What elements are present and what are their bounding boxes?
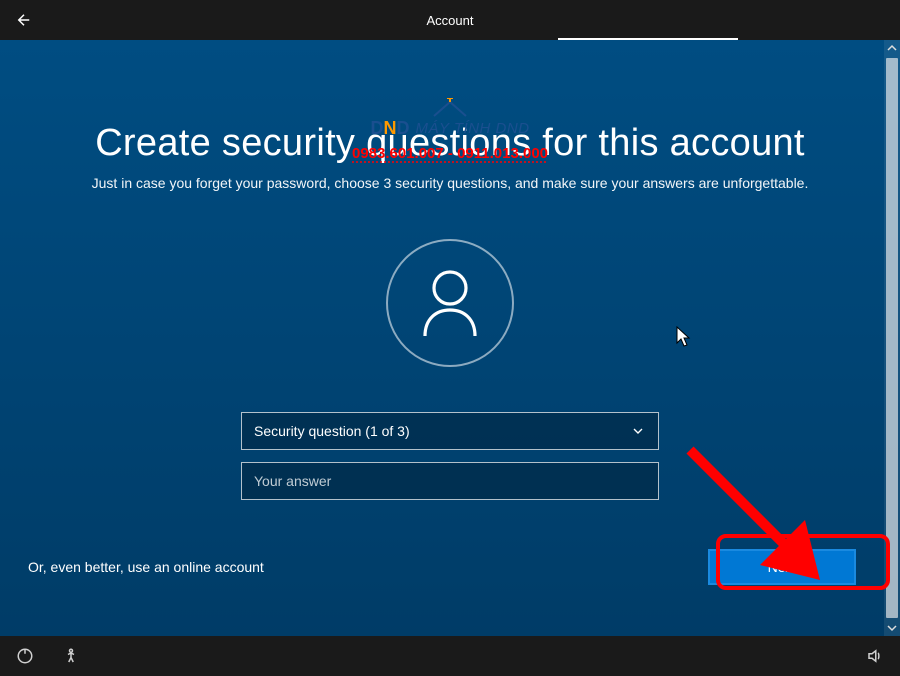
security-question-form: Security question (1 of 3) [241, 412, 659, 500]
scroll-thumb[interactable] [886, 58, 898, 618]
security-question-select[interactable]: Security question (1 of 3) [241, 412, 659, 450]
next-button[interactable]: Next [708, 549, 856, 585]
power-icon[interactable] [14, 645, 36, 667]
bottom-toolbar [0, 636, 900, 676]
scroll-up-icon[interactable] [884, 40, 900, 56]
chevron-down-icon [630, 423, 646, 439]
user-icon [419, 268, 481, 338]
setup-window: Account Create security questions for th… [0, 0, 900, 676]
vertical-scrollbar[interactable] [884, 40, 900, 636]
page-title: Account [427, 13, 474, 28]
title-bar: Account [0, 0, 900, 40]
next-button-label: Next [768, 559, 797, 575]
volume-icon[interactable] [864, 645, 886, 667]
main-subheading: Just in case you forget your password, c… [92, 175, 809, 191]
scroll-down-icon[interactable] [884, 620, 900, 636]
house-icon [432, 98, 468, 118]
main-heading: Create security questions for this accou… [95, 122, 805, 165]
accessibility-icon[interactable] [60, 645, 82, 667]
cursor-icon [676, 326, 692, 348]
back-button[interactable] [0, 0, 48, 40]
user-avatar-placeholder [386, 239, 514, 367]
select-label: Security question (1 of 3) [254, 423, 410, 439]
content-area: Create security questions for this accou… [0, 40, 900, 636]
online-account-link[interactable]: Or, even better, use an online account [28, 559, 264, 575]
footer: Or, even better, use an online account N… [0, 538, 884, 596]
answer-input[interactable] [241, 462, 659, 500]
